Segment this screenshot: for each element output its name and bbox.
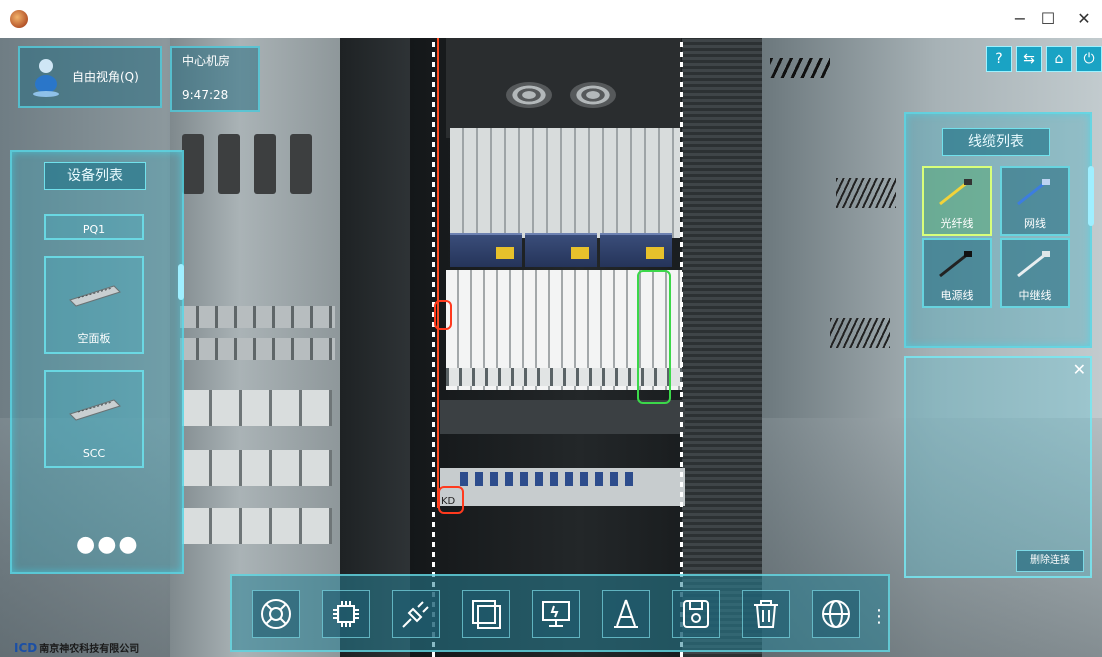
- device-item-pq1[interactable]: PQ1: [44, 214, 144, 240]
- device-list-more-button[interactable]: ●●●: [76, 532, 140, 557]
- rack-guide-line: [680, 38, 683, 657]
- save-icon[interactable]: [672, 590, 720, 638]
- power-button[interactable]: ⏻: [1076, 46, 1102, 72]
- breaker: [182, 134, 204, 194]
- clock-time: 9:47:28: [182, 88, 229, 102]
- panel-icon[interactable]: [462, 590, 510, 638]
- home-button[interactable]: ⌂: [1046, 46, 1072, 72]
- close-button[interactable]: ✕: [1064, 6, 1102, 32]
- breaker-row: [180, 338, 335, 360]
- outlet-row: [182, 450, 332, 486]
- device-list-title: 设备列表: [44, 162, 146, 190]
- device-list-scrollbar[interactable]: [178, 264, 184, 300]
- cable-item-power[interactable]: 电源线: [922, 238, 992, 308]
- person-camera-icon: [33, 59, 59, 97]
- trunk-cable-icon: [1017, 251, 1050, 278]
- breaker: [290, 134, 312, 194]
- delete-connection-button[interactable]: 删除连接: [1016, 550, 1084, 572]
- breaker: [218, 134, 240, 194]
- ceiling-vent: [836, 178, 896, 208]
- power-unit[interactable]: [525, 233, 597, 267]
- chassis-top: [446, 38, 681, 138]
- cone-icon[interactable]: [602, 590, 650, 638]
- connection-panel: ✕ 删除连接: [904, 356, 1092, 578]
- rack-door-left: [340, 38, 420, 657]
- selected-card-highlight[interactable]: [637, 270, 671, 404]
- breaker-row: [180, 306, 335, 328]
- cable-list-scrollbar[interactable]: [1088, 166, 1094, 226]
- rack-door-right: [682, 38, 762, 657]
- location-time-panel: 中心机房 9:47:28: [170, 46, 260, 112]
- connection-panel-close-icon[interactable]: ✕: [1073, 360, 1086, 379]
- plug-icon[interactable]: [392, 590, 440, 638]
- upper-slot-area[interactable]: [450, 128, 680, 238]
- view-mode-button[interactable]: 自由视角(Q): [18, 46, 162, 108]
- monitor-icon[interactable]: [532, 590, 580, 638]
- outlet-row: [182, 390, 332, 426]
- outlet-row: [182, 508, 332, 544]
- lifebuoy-icon[interactable]: [252, 590, 300, 638]
- cable-list-title: 线缆列表: [942, 128, 1050, 156]
- globe-icon[interactable]: [812, 590, 860, 638]
- cable-item-network[interactable]: 网线: [1000, 166, 1070, 236]
- kd-label: KD: [441, 496, 456, 507]
- patch-ports[interactable]: [460, 472, 640, 486]
- rack-shelf: [440, 400, 685, 434]
- device-board-icon: [69, 285, 121, 307]
- breaker: [254, 134, 276, 194]
- toolbar-more-icon[interactable]: ⋮: [870, 608, 888, 626]
- cable-item-trunk[interactable]: 中继线: [1000, 238, 1070, 308]
- power-cable-icon: [939, 251, 972, 278]
- chip-icon[interactable]: [322, 590, 370, 638]
- cable-item-fiber[interactable]: 光纤线: [922, 166, 992, 236]
- device-item-blank-panel[interactable]: 空面板: [44, 256, 144, 354]
- rack-guide-line: [432, 38, 435, 657]
- company-logo: ICD 南京神农科技有限公司: [14, 640, 139, 655]
- power-unit[interactable]: [600, 233, 672, 267]
- port-marker[interactable]: [434, 300, 452, 330]
- fan: [570, 82, 616, 108]
- network-cable-icon: [1017, 179, 1050, 206]
- device-board-icon: [69, 399, 121, 421]
- ceiling-vent: [830, 318, 890, 348]
- maximize-button[interactable]: ☐: [1028, 6, 1068, 32]
- device-item-scc[interactable]: SCC: [44, 370, 144, 468]
- switch-button[interactable]: ⇆: [1016, 46, 1042, 72]
- fan: [506, 82, 552, 108]
- help-button[interactable]: ?: [986, 46, 1012, 72]
- trash-icon[interactable]: [742, 590, 790, 638]
- view-mode-label: 自由视角(Q): [72, 70, 139, 84]
- room-name: 中心机房: [182, 54, 231, 68]
- power-unit[interactable]: [450, 233, 522, 267]
- scene-viewport[interactable]: KD 自由视角(Q) 中心机房 9:47:28 设备列表 PQ1 空面板 SCC: [0, 38, 1102, 657]
- logo-text: 南京神农科技有限公司: [39, 644, 140, 655]
- fiber-cable-icon: [939, 179, 972, 206]
- app-icon: [10, 10, 28, 28]
- ceiling-vent: [770, 58, 830, 78]
- logo-mark: ICD: [14, 641, 38, 655]
- fiber-cable[interactable]: [437, 38, 439, 508]
- bottom-toolbar: ⋮: [230, 574, 890, 652]
- window-titlebar: − ☐ ✕: [0, 0, 1102, 38]
